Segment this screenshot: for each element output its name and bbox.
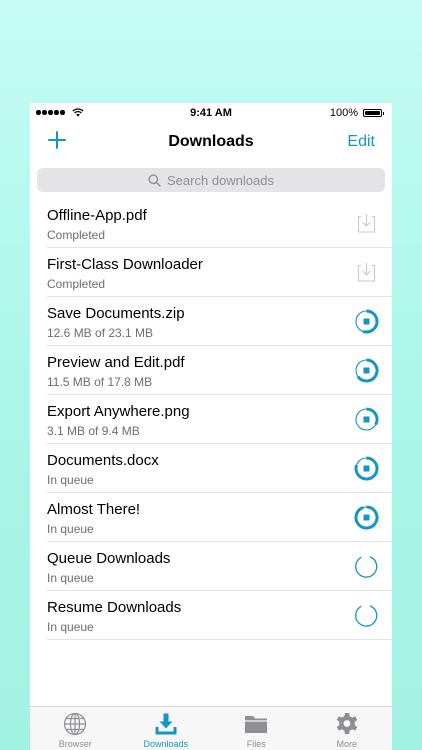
progress-stop-icon[interactable] <box>354 407 379 432</box>
item-title: Documents.docx <box>47 452 159 469</box>
item-status: In queue <box>47 473 94 487</box>
navigation-bar: Downloads Edit <box>30 123 392 161</box>
list-item[interactable]: Export Anywhere.png 3.1 MB of 9.4 MB <box>30 395 392 444</box>
list-item[interactable]: Documents.docx In queue <box>30 444 392 493</box>
loading-spinner-icon[interactable] <box>354 603 379 628</box>
phone-screen: 9:41 AM 100% Downloads Edit Search downl… <box>30 103 392 750</box>
status-bar: 9:41 AM 100% <box>30 103 392 123</box>
list-item[interactable]: Almost There! In queue <box>30 493 392 542</box>
tab-label: Browser <box>58 739 92 749</box>
progress-stop-icon[interactable] <box>354 309 379 334</box>
list-item[interactable]: Resume Downloads In queue <box>30 591 392 640</box>
list-item[interactable]: Queue Downloads In queue <box>30 542 392 591</box>
tab-more[interactable]: More <box>302 707 393 750</box>
tab-label: Downloads <box>143 739 189 749</box>
page-title: Downloads <box>168 133 254 150</box>
tab-downloads[interactable]: Downloads <box>121 707 212 750</box>
item-status: 12.6 MB of 23.1 MB <box>47 326 154 340</box>
item-title: Export Anywhere.png <box>47 403 190 420</box>
item-title: Resume Downloads <box>47 599 182 616</box>
battery-percent: 100% <box>329 107 358 119</box>
item-status: In queue <box>47 571 94 585</box>
item-status: Completed <box>47 277 106 291</box>
tab-label: Files <box>246 739 266 749</box>
folder-icon <box>243 711 269 737</box>
loading-spinner-icon[interactable] <box>354 554 379 579</box>
globe-icon <box>62 711 88 737</box>
item-status: 11.5 MB of 17.8 MB <box>47 375 153 389</box>
item-status: In queue <box>47 620 94 634</box>
item-title: First-Class Downloader <box>47 256 203 273</box>
list-item[interactable]: First-Class Downloader Completed <box>30 248 392 297</box>
item-title: Offline-App.pdf <box>47 207 147 224</box>
search-input[interactable]: Search downloads <box>37 168 385 192</box>
item-title: Queue Downloads <box>47 550 171 567</box>
item-title: Almost There! <box>47 501 141 518</box>
battery-icon <box>363 109 384 117</box>
item-status: Completed <box>47 228 106 242</box>
plus-icon <box>48 131 66 149</box>
list-item[interactable]: Preview and Edit.pdf 11.5 MB of 17.8 MB <box>30 346 392 395</box>
search-placeholder: Search downloads <box>167 172 274 188</box>
edit-button[interactable]: Edit <box>347 133 375 151</box>
tab-bar: Browser Downloads Files More <box>30 706 392 750</box>
item-status: In queue <box>47 522 94 536</box>
downloads-list: Offline-App.pdf Completed First-Class Do… <box>30 199 392 640</box>
progress-stop-icon[interactable] <box>354 456 379 481</box>
item-title: Save Documents.zip <box>47 305 185 322</box>
gear-icon <box>334 711 360 737</box>
progress-stop-icon[interactable] <box>354 358 379 383</box>
tab-files[interactable]: Files <box>211 707 302 750</box>
tab-label: More <box>336 739 357 749</box>
list-item[interactable]: Offline-App.pdf Completed <box>30 199 392 248</box>
download-done-icon[interactable] <box>354 260 379 285</box>
tab-browser[interactable]: Browser <box>30 707 121 750</box>
progress-stop-icon[interactable] <box>354 505 379 530</box>
item-status: 3.1 MB of 9.4 MB <box>47 424 140 438</box>
list-item[interactable]: Save Documents.zip 12.6 MB of 23.1 MB <box>30 297 392 346</box>
item-title: Preview and Edit.pdf <box>47 354 185 371</box>
download-tray-icon <box>153 711 179 737</box>
download-done-icon[interactable] <box>354 211 379 236</box>
search-icon <box>148 173 161 187</box>
add-download-button[interactable] <box>46 129 68 151</box>
